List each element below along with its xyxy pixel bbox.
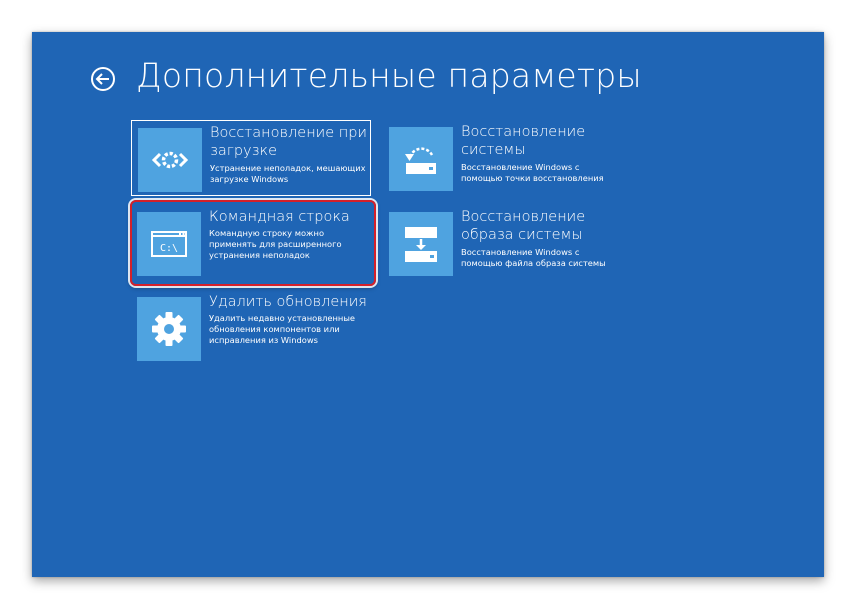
system-image-recovery-title: Восстановление образа системы	[461, 209, 586, 243]
back-button[interactable]	[90, 66, 116, 92]
system-image-recovery-icon	[389, 212, 453, 276]
back-arrow-icon	[91, 67, 115, 91]
startup-repair-icon	[138, 128, 202, 192]
command-prompt-icon: C:\	[137, 212, 201, 276]
recovery-screen: Дополнительные параметры Восстановление …	[32, 32, 824, 577]
command-prompt-title: Командная строка	[209, 209, 350, 225]
command-prompt-glyph: C:\	[160, 243, 178, 254]
startup-repair-description: Устранение неполадок, мешающих загрузке …	[210, 163, 366, 184]
command-prompt-tile[interactable]: C:\ Командная строка Командную строку мо…	[131, 205, 371, 281]
page-title: Дополнительные параметры	[136, 56, 642, 95]
system-image-recovery-tile[interactable]: Восстановление образа системы Восстановл…	[383, 205, 623, 281]
gear-icon	[137, 297, 201, 361]
uninstall-updates-tile[interactable]: Удалить обновления Удалить недавно устан…	[131, 290, 371, 366]
system-restore-tile[interactable]: Восстановление системы Восстановление Wi…	[383, 120, 623, 196]
startup-repair-title: Восстановление при загрузке	[210, 125, 367, 159]
system-restore-icon	[389, 127, 453, 191]
system-restore-title: Восстановление системы	[461, 124, 586, 158]
system-restore-description: Восстановление Windows с помощью точки в…	[461, 162, 604, 183]
uninstall-updates-title: Удалить обновления	[209, 294, 367, 310]
command-prompt-description: Командную строку можно применять для рас…	[209, 228, 342, 260]
uninstall-updates-description: Удалить недавно установленные обновления…	[209, 313, 356, 345]
system-image-recovery-description: Восстановление Windows с помощью файла о…	[461, 247, 606, 268]
startup-repair-tile[interactable]: Восстановление при загрузке Устранение н…	[131, 120, 371, 196]
